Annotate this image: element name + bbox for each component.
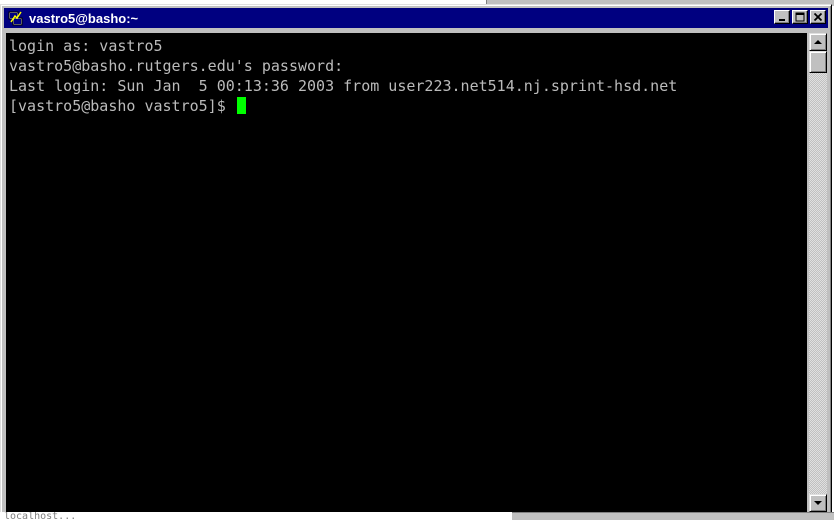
maximize-button[interactable] [792, 10, 808, 24]
close-button[interactable] [810, 10, 826, 24]
window-controls [774, 10, 826, 24]
background-window-text: localhost... [4, 512, 77, 520]
close-icon [813, 12, 823, 22]
scrollbar-thumb[interactable] [809, 51, 827, 73]
terminal-output[interactable]: login as: vastro5 vastro5@basho.rutgers.… [6, 33, 807, 512]
scroll-down-button[interactable] [809, 494, 827, 512]
title-bar[interactable]: vastro5@basho:~ [4, 8, 828, 28]
vertical-scrollbar[interactable] [809, 33, 827, 512]
arrow-up-icon [814, 40, 822, 44]
window-title: vastro5@basho:~ [29, 10, 139, 26]
background-window-edge [512, 512, 834, 520]
maximize-icon [795, 12, 805, 22]
terminal-line: Last login: Sun Jan 5 00:13:36 2003 from… [9, 77, 678, 95]
terminal-window[interactable]: vastro5@basho:~ login as: vastro5 vastro… [0, 4, 832, 514]
shell-prompt: [vastro5@basho vastro5]$ [9, 97, 235, 115]
scroll-up-button[interactable] [809, 33, 827, 51]
putty-terminal-icon[interactable] [7, 9, 25, 27]
terminal-line: login as: vastro5 [9, 37, 163, 55]
shell-prompt-line[interactable]: [vastro5@basho vastro5]$ [6, 96, 807, 116]
arrow-down-icon [814, 501, 822, 505]
desktop-background: localhost... [0, 512, 834, 520]
minimize-button[interactable] [774, 10, 790, 24]
text-cursor [236, 97, 246, 114]
terminal-line: vastro5@basho.rutgers.edu's password: [9, 57, 344, 75]
minimize-icon [779, 19, 785, 21]
